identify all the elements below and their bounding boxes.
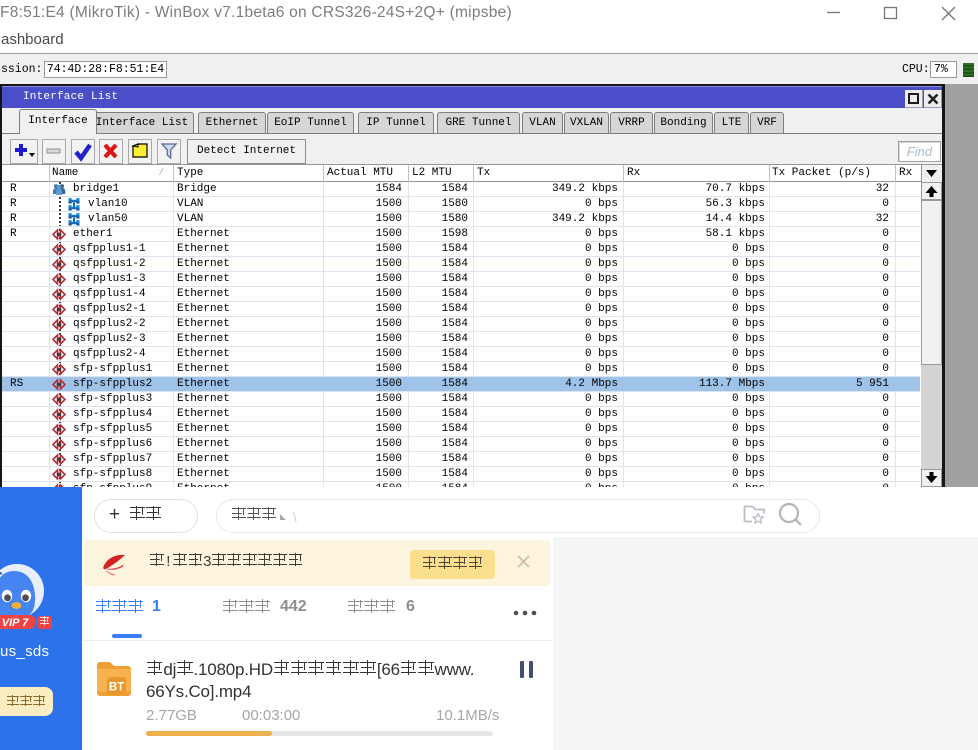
svg-text:BT: BT [109, 682, 124, 694]
